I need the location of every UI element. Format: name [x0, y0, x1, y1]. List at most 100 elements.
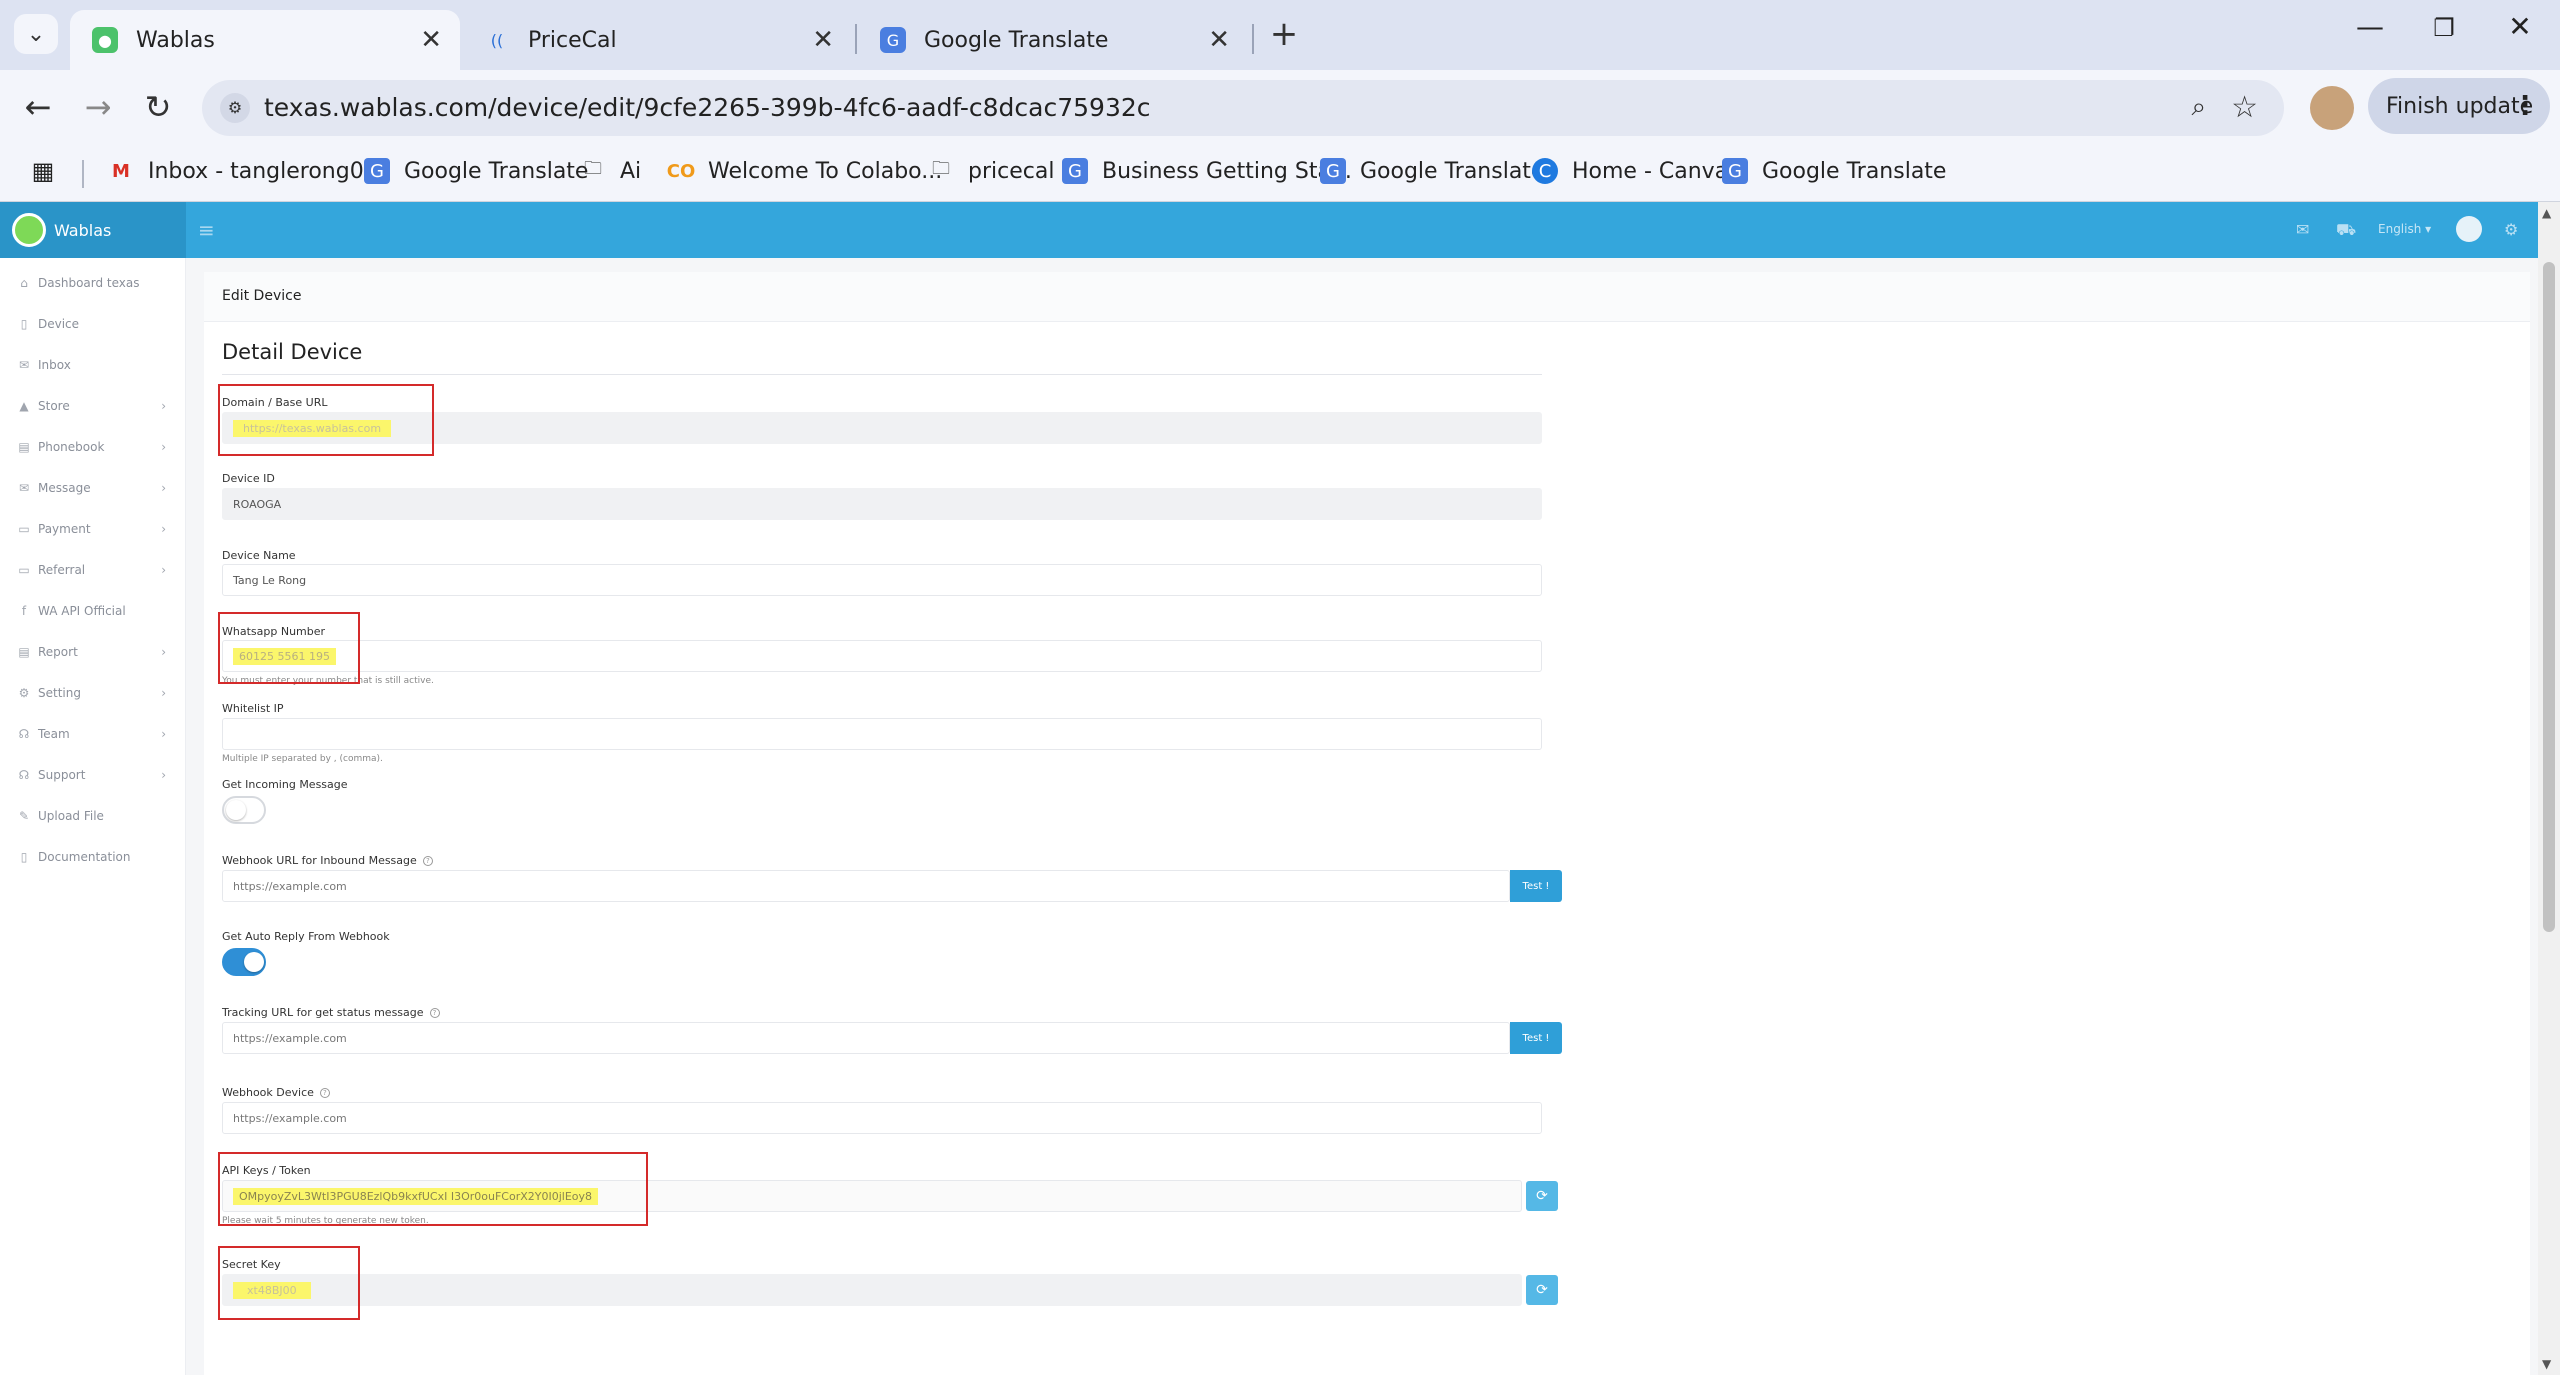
sidebar-item-upload-file[interactable]: ✎ Upload File [16, 809, 166, 823]
bookmark-folder-ai[interactable]: 🗀 Ai [580, 158, 641, 184]
webhook-inbound-label-text: Webhook URL for Inbound Message [222, 854, 417, 867]
bookmark-google-translate[interactable]: G Google Translate [364, 158, 588, 184]
api-key-refresh-button[interactable]: ⟳ [1526, 1181, 1558, 1211]
apps-button[interactable]: ▦ [30, 157, 56, 185]
bookmark-colab[interactable]: CO Welcome To Colabo... [667, 158, 942, 184]
secret-key-refresh-button[interactable]: ⟳ [1526, 1275, 1558, 1305]
close-tab-icon[interactable]: ✕ [420, 25, 442, 55]
bookmark-label: Business Getting Sta... [1102, 158, 1352, 184]
language-selector[interactable]: English ▾ [2378, 222, 2431, 236]
sidebar-item-wa-api-official[interactable]: f WA API Official [16, 604, 166, 618]
sidebar-item-label: Team [38, 727, 70, 741]
hamburger-menu-icon[interactable]: ≡ [198, 218, 215, 242]
cart-icon[interactable]: ⛟ [2336, 220, 2356, 241]
webhook-inbound-test-button[interactable]: Test ! [1510, 870, 1562, 902]
restore-button[interactable]: ❐ [2414, 14, 2474, 42]
sidebar-item-dashboard-texas[interactable]: ⌂ Dashboard texas [16, 276, 166, 290]
sidebar-item-label: Store [38, 399, 70, 413]
refresh-icon: ⟳ [1536, 1282, 1548, 1298]
annotation-box [218, 1152, 648, 1226]
secret-key-field: xt48BJ00 [222, 1274, 1522, 1306]
scroll-down-icon[interactable]: ▼ [2542, 1357, 2551, 1371]
mail-icon[interactable]: ✉ [2296, 220, 2309, 239]
help-circle-icon[interactable]: ? [319, 1088, 330, 1098]
profile-avatar[interactable] [2310, 86, 2354, 130]
address-bar[interactable]: ⚙ texas.wablas.com/device/edit/9cfe2265-… [202, 80, 2284, 136]
tab-google-translate[interactable]: G Google Translate ✕ [858, 10, 1248, 70]
sidebar-item-store[interactable]: ▲ Store › [16, 399, 166, 413]
sidebar-item-documentation[interactable]: ▯ Documentation [16, 850, 166, 864]
bookmark-business[interactable]: G Business Getting Sta... [1062, 158, 1352, 184]
sidebar-item-setting[interactable]: ⚙ Setting › [16, 686, 166, 700]
section-divider [222, 374, 1542, 375]
user-avatar[interactable] [2456, 216, 2482, 242]
new-tab-button[interactable]: + [1264, 14, 1304, 54]
sidebar-item-label: Documentation [38, 850, 131, 864]
sidebar-item-label: WA API Official [38, 604, 126, 618]
translate-icon: G [364, 158, 390, 184]
incoming-toggle[interactable] [222, 796, 266, 824]
bookmark-star-icon[interactable]: ☆ [2231, 90, 2258, 125]
toggle-knob [226, 800, 246, 820]
store-icon: ▲ [19, 399, 29, 413]
bookmark-label: Google Translate [1762, 158, 1947, 184]
webhook-inbound-input[interactable]: https://example.com [222, 870, 1510, 902]
settings-gear-icon[interactable]: ⚙ [2504, 220, 2518, 239]
folder-icon: 🗀 [584, 158, 602, 179]
sidebar-item-inbox[interactable]: ✉ Inbox [16, 358, 166, 372]
bookmark-google-translate-3[interactable]: G Google Translate [1722, 158, 1946, 184]
sidebar-item-payment[interactable]: ▭ Payment › [16, 522, 166, 536]
site-info-icon[interactable]: ⚙ [220, 93, 250, 123]
tab-wablas[interactable]: ● Wablas ✕ [70, 10, 460, 70]
reload-button[interactable]: ↻ [136, 88, 180, 126]
sidebar-item-report[interactable]: ▤ Report › [16, 645, 166, 659]
help-circle-icon[interactable]: ? [429, 1008, 440, 1018]
close-tab-icon[interactable]: ✕ [812, 25, 834, 55]
bookmarks-bar: ▦ M Inbox - tanglerong0... G Google Transl… [0, 146, 2560, 202]
device-name-input[interactable]: Tang Le Rong [222, 564, 1542, 596]
zoom-icon[interactable]: ⌕ [2191, 92, 2206, 123]
sidebar-item-support[interactable]: ☊ Support › [16, 768, 166, 782]
webhook-device-label: Webhook Device? [222, 1086, 330, 1099]
translate-icon: G [1062, 158, 1088, 184]
help-circle-icon[interactable]: ? [422, 856, 433, 866]
sidebar-item-device[interactable]: ▯ Device [16, 317, 166, 331]
sidebar-item-label: Upload File [38, 809, 104, 823]
tab-title: PriceCal [528, 27, 617, 53]
bookmark-google-translate-2[interactable]: G Google Translate [1320, 158, 1544, 184]
scroll-up-icon[interactable]: ▲ [2542, 206, 2551, 220]
close-tab-icon[interactable]: ✕ [1208, 25, 1230, 55]
chevron-right-icon: › [161, 563, 166, 577]
sidebar-item-team[interactable]: ☊ Team › [16, 727, 166, 741]
close-window-button[interactable]: ✕ [2490, 10, 2550, 43]
minimize-button[interactable]: — [2340, 10, 2400, 43]
language-label: English [2378, 222, 2422, 236]
tab-search-button[interactable]: ⌄ [14, 14, 58, 54]
translate-icon: G [1320, 158, 1346, 184]
app-logo[interactable]: Wablas [0, 202, 186, 258]
tracking-input[interactable]: https://example.com [222, 1022, 1510, 1054]
bookmark-gmail[interactable]: M Inbox - tanglerong0... [108, 158, 385, 184]
scroll-thumb[interactable] [2543, 262, 2555, 932]
webhook-device-input[interactable]: https://example.com [222, 1102, 1542, 1134]
url-text[interactable]: texas.wablas.com/device/edit/9cfe2265-39… [264, 93, 1151, 122]
tracking-test-button[interactable]: Test ! [1510, 1022, 1562, 1054]
tab-pricecal[interactable]: (( PriceCal ✕ [462, 10, 852, 70]
device-name-label: Device Name [222, 549, 296, 562]
back-button[interactable]: ← [16, 88, 60, 126]
whatsapp-input[interactable]: 60125 5561 195 [222, 640, 1542, 672]
device-name-value: Tang Le Rong [233, 574, 307, 587]
sidebar-item-message[interactable]: ✉ Message › [16, 481, 166, 495]
logo-text: Wablas [54, 220, 112, 240]
finish-update-button[interactable]: Finish update ⋮ [2368, 78, 2550, 134]
whitelist-input[interactable] [222, 718, 1542, 750]
page-scrollbar[interactable]: ▲ ▼ [2538, 202, 2560, 1375]
bookmark-folder-pricecal[interactable]: 🗀 pricecal [928, 158, 1054, 184]
forward-button[interactable]: → [76, 88, 120, 126]
sidebar-item-referral[interactable]: ▭ Referral › [16, 563, 166, 577]
sidebar-item-phonebook[interactable]: ▤ Phonebook › [16, 440, 166, 454]
facebook-icon: f [21, 604, 27, 618]
payment-icon: ▭ [18, 522, 30, 536]
autoreply-toggle[interactable] [222, 948, 266, 976]
bookmark-canva[interactable]: C Home - Canva [1532, 158, 1728, 184]
